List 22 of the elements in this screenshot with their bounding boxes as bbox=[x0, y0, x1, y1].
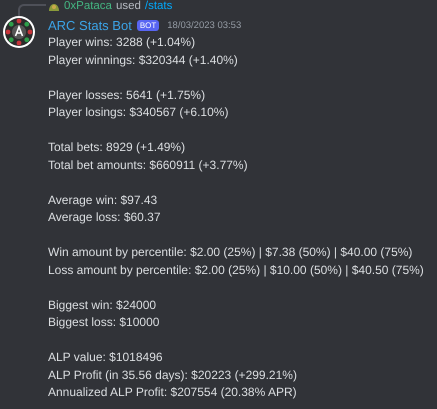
stat-line: Average win: $97.43 bbox=[48, 192, 158, 208]
stat-line: Average loss: $60.37 bbox=[48, 209, 162, 226]
stat-line: Annualized ALP Profit: $207554 (20.38% APR) bbox=[48, 384, 298, 401]
stat-line: ALP Profit (in 35.56 days): $20223 (+299.21%) bbox=[48, 366, 298, 384]
message-timestamp: 18/03/2023 03:53 bbox=[167, 20, 242, 30]
stat-line: Total bets: 8929 (+1.49%) bbox=[48, 139, 186, 156]
stat-line: Player winnings: $320344 (+1.40%) bbox=[48, 52, 239, 68]
reply-verb: used bbox=[116, 0, 141, 12]
stat-line: Player losings: $340567 (+6.10%) bbox=[48, 104, 230, 121]
stat-line: Biggest win: $24000 bbox=[48, 296, 158, 314]
bot-badge: BOT bbox=[136, 20, 160, 30]
bot-name[interactable]: ARC Stats Bot bbox=[48, 18, 132, 32]
stat-line: Biggest loss: $10000 bbox=[48, 314, 160, 331]
command-link[interactable]: /stats bbox=[144, 0, 172, 12]
stat-line: Player losses: 5641 (+1.75%) bbox=[48, 86, 206, 104]
reply-username[interactable]: 0xPataca bbox=[64, 0, 112, 12]
stat-line: Total bet amounts: $660911 (+3.77%) bbox=[48, 156, 249, 174]
stat-line: Player wins: 3288 (+1.04%) bbox=[48, 34, 196, 51]
stat-line: Win amount by percentile: $2.00 (25%) | $7.38 (50%) | $40.00 (75%) bbox=[48, 244, 414, 261]
stat-line: Loss amount by percentile: $2.00 (25%) | $10.00 (50%) | $40.50 (75%) bbox=[48, 262, 425, 278]
bot-avatar-icon[interactable] bbox=[3, 16, 35, 48]
stat-line: ALP value: $1018496 bbox=[48, 349, 164, 366]
